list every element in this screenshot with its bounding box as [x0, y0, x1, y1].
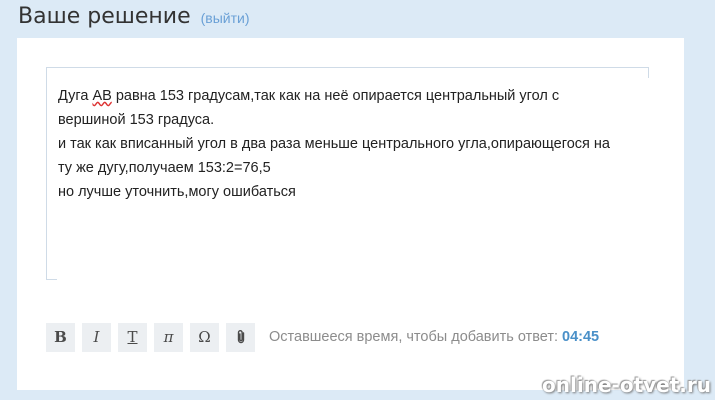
italic-button[interactable]: I	[82, 322, 111, 352]
pi-button[interactable]: π	[154, 322, 183, 352]
bold-button[interactable]: B	[46, 322, 75, 352]
timer-label: Оставшееся время, чтобы добавить ответ: 0…	[269, 329, 600, 345]
answer-card: Дуга АВ равна 153 градусам,так как на не…	[17, 38, 684, 390]
answer-line-3: и так как вписанный угол в два раза мень…	[58, 136, 610, 152]
page-header: Ваше решение (выйти)	[18, 0, 250, 34]
logout-link[interactable]: (выйти)	[201, 1, 250, 35]
answer-text[interactable]: Дуга АВ равна 153 градусам,так как на не…	[58, 84, 643, 204]
paperclip-icon	[237, 330, 244, 344]
answer-line-2: вершиной 153 градуса.	[58, 112, 215, 128]
strikethrough-button[interactable]: T	[118, 322, 147, 352]
attach-button[interactable]	[226, 322, 255, 352]
editor-toolbar: B I T π Ω Оставшееся время, чтобы добави…	[46, 322, 599, 352]
answer-line-1: Дуга АВ равна 153 градусам,так как на не…	[58, 88, 560, 104]
page-title: Ваше решение	[18, 4, 191, 29]
answer-line-4: ту же дугу,получаем 153:2=76,5	[58, 160, 271, 176]
answer-editor[interactable]: Дуга АВ равна 153 градусам,так как на не…	[46, 67, 649, 280]
timer-value: 04:45	[562, 329, 600, 345]
answer-line-5: но лучше уточнить,могу ошибаться	[58, 184, 296, 200]
watermark: online-otvet.ru	[542, 373, 711, 397]
spellcheck-word: АВ	[92, 88, 112, 104]
omega-button[interactable]: Ω	[190, 322, 219, 352]
